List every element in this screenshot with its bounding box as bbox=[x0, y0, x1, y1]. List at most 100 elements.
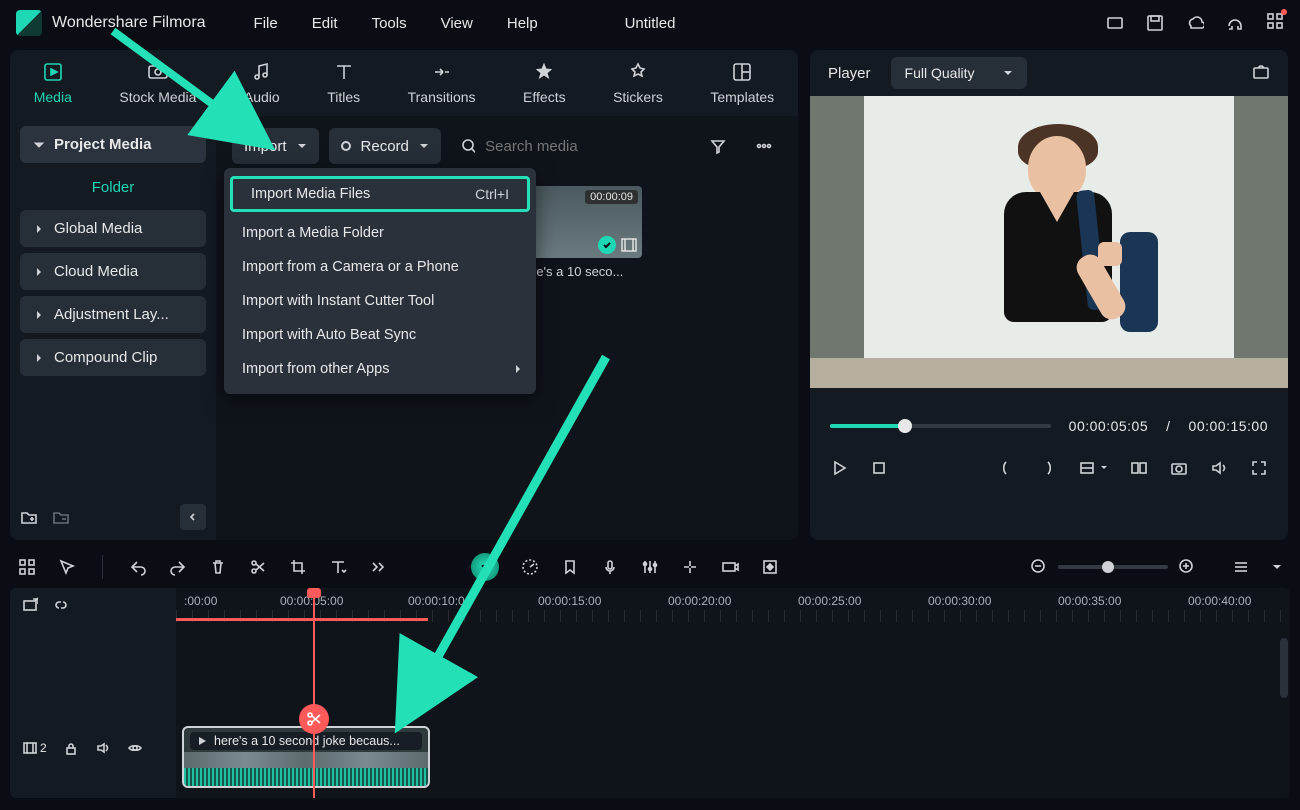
compare-icon[interactable] bbox=[1130, 459, 1148, 477]
camera-icon[interactable] bbox=[1170, 459, 1188, 477]
import-media-files[interactable]: Import Media FilesCtrl+I bbox=[230, 176, 530, 212]
delete-folder-icon[interactable] bbox=[52, 508, 70, 526]
sidebar-adjustment-layer[interactable]: Adjustment Lay... bbox=[20, 296, 206, 333]
menu-tools[interactable]: Tools bbox=[372, 15, 407, 32]
timeline[interactable]: 2 :00:00 00:00:05:00 00:00:10:00 00:00:1… bbox=[10, 588, 1290, 798]
player-panel: Player Full Quality 00:00:05:05 / 00:00:… bbox=[810, 50, 1288, 540]
snap-icon[interactable] bbox=[681, 558, 699, 576]
delete-icon[interactable] bbox=[209, 558, 227, 576]
chevron-right-icon bbox=[34, 310, 44, 320]
film-icon bbox=[620, 236, 638, 254]
sidebar-global-media[interactable]: Global Media bbox=[20, 210, 206, 247]
collapse-sidebar-button[interactable] bbox=[180, 504, 206, 530]
annotation-arrow-1 bbox=[108, 26, 268, 151]
cloud-icon[interactable] bbox=[1186, 14, 1204, 32]
headphones-icon[interactable] bbox=[1226, 14, 1244, 32]
record-button[interactable]: Record bbox=[329, 128, 441, 164]
mark-in-icon[interactable] bbox=[998, 459, 1016, 477]
text-icon[interactable] bbox=[329, 558, 347, 576]
stop-icon[interactable] bbox=[870, 459, 888, 477]
window-icon[interactable] bbox=[1106, 14, 1124, 32]
play-icon bbox=[196, 735, 208, 747]
render-icon[interactable] bbox=[721, 558, 739, 576]
zoom-out-icon[interactable] bbox=[1030, 558, 1048, 576]
keyframe-icon[interactable] bbox=[761, 558, 779, 576]
document-title: Untitled bbox=[625, 15, 676, 32]
annotation-arrow-2 bbox=[388, 352, 618, 727]
more-icon[interactable] bbox=[746, 128, 782, 164]
visibility-icon[interactable] bbox=[127, 740, 143, 756]
sidebar-compound-clip[interactable]: Compound Clip bbox=[20, 339, 206, 376]
fullscreen-icon[interactable] bbox=[1250, 459, 1268, 477]
track-view-icon[interactable] bbox=[1232, 558, 1250, 576]
record-icon bbox=[341, 141, 351, 151]
media-thumbnail[interactable]: 00:00:09 bbox=[532, 186, 642, 258]
save-icon[interactable] bbox=[1146, 14, 1164, 32]
menu-edit[interactable]: Edit bbox=[312, 15, 338, 32]
time-sep: / bbox=[1166, 418, 1170, 434]
search-field[interactable] bbox=[451, 138, 690, 155]
zoom-in-icon[interactable] bbox=[1178, 558, 1196, 576]
check-badge-icon bbox=[598, 236, 616, 254]
sidebar-folder[interactable]: Folder bbox=[20, 169, 206, 210]
tab-media[interactable]: Media bbox=[34, 61, 72, 105]
select-tool-icon[interactable] bbox=[58, 558, 76, 576]
new-folder-icon[interactable] bbox=[20, 508, 38, 526]
import-media-folder[interactable]: Import a Media Folder bbox=[224, 216, 536, 250]
split-icon[interactable] bbox=[249, 558, 267, 576]
tab-stickers[interactable]: Stickers bbox=[613, 61, 663, 105]
play-icon[interactable] bbox=[830, 459, 848, 477]
grid-icon[interactable] bbox=[18, 558, 36, 576]
import-camera-phone[interactable]: Import from a Camera or a Phone bbox=[224, 250, 536, 284]
timeline-scrollbar[interactable] bbox=[1280, 638, 1288, 698]
apps-icon[interactable] bbox=[1266, 12, 1284, 35]
chevron-right-icon bbox=[34, 353, 44, 363]
player-label: Player bbox=[828, 65, 871, 82]
chevron-right-icon bbox=[34, 224, 44, 234]
sidebar-cloud-media[interactable]: Cloud Media bbox=[20, 253, 206, 290]
redo-icon[interactable] bbox=[169, 558, 187, 576]
add-track-icon[interactable] bbox=[22, 597, 38, 613]
import-instant-cutter[interactable]: Import with Instant Cutter Tool bbox=[224, 284, 536, 318]
tab-effects[interactable]: Effects bbox=[523, 61, 566, 105]
tab-transitions[interactable]: Transitions bbox=[408, 61, 476, 105]
tab-templates[interactable]: Templates bbox=[710, 61, 774, 105]
timeline-clip[interactable]: here's a 10 second joke becaus... bbox=[182, 726, 430, 788]
zoom-slider[interactable] bbox=[1058, 565, 1168, 569]
clip-label: here's a 10 second joke becaus... bbox=[190, 732, 422, 750]
tab-titles[interactable]: Titles bbox=[327, 61, 360, 105]
search-input[interactable] bbox=[485, 138, 690, 155]
menu-view[interactable]: View bbox=[441, 15, 473, 32]
volume-icon[interactable] bbox=[1210, 459, 1228, 477]
time-current: 00:00:05:05 bbox=[1069, 418, 1148, 434]
time-total: 00:00:15:00 bbox=[1189, 418, 1268, 434]
quality-select[interactable]: Full Quality bbox=[891, 57, 1027, 89]
snapshot-icon[interactable] bbox=[1252, 64, 1270, 82]
media-sidebar: Project Media Folder Global Media Cloud … bbox=[10, 116, 216, 540]
lock-icon[interactable] bbox=[63, 740, 79, 756]
chevron-right-icon bbox=[34, 267, 44, 277]
undo-icon[interactable] bbox=[129, 558, 147, 576]
chevron-down-icon bbox=[34, 140, 44, 150]
timeline-track-header: 2 bbox=[10, 588, 176, 798]
timeline-toolbar bbox=[10, 546, 1290, 588]
mute-icon[interactable] bbox=[95, 740, 111, 756]
chevron-down-icon bbox=[1003, 68, 1013, 78]
audio-mixer-icon[interactable] bbox=[641, 558, 659, 576]
link-icon[interactable] bbox=[52, 597, 68, 613]
track-type-icon[interactable]: 2 bbox=[22, 740, 47, 756]
chevron-down-icon bbox=[419, 141, 429, 151]
import-auto-beat-sync[interactable]: Import with Auto Beat Sync bbox=[224, 318, 536, 352]
playhead-slider[interactable] bbox=[830, 424, 1051, 428]
display-options[interactable] bbox=[1078, 459, 1108, 477]
chevron-down-icon bbox=[297, 141, 307, 151]
menu-help[interactable]: Help bbox=[507, 15, 538, 32]
more-tools-icon[interactable] bbox=[369, 558, 387, 576]
timeline-playhead[interactable] bbox=[313, 590, 315, 798]
scissors-icon[interactable] bbox=[299, 704, 329, 734]
player-viewport[interactable] bbox=[810, 96, 1288, 388]
crop-icon[interactable] bbox=[289, 558, 307, 576]
filter-icon[interactable] bbox=[700, 128, 736, 164]
mark-out-icon[interactable] bbox=[1038, 459, 1056, 477]
chevron-down-icon[interactable] bbox=[1272, 562, 1282, 572]
